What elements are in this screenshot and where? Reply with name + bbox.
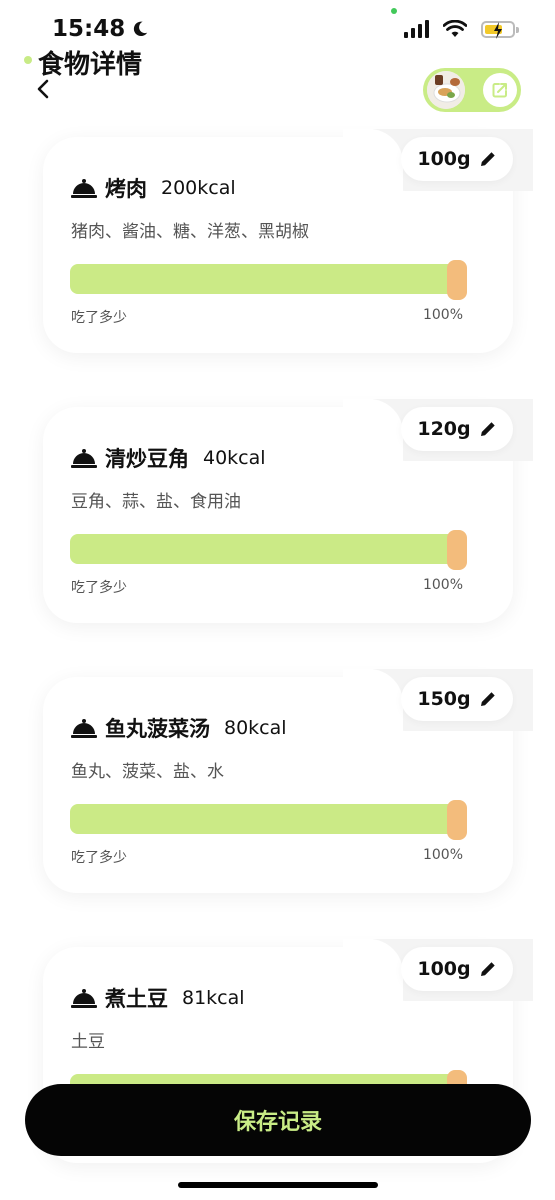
food-cloche-icon [71,449,97,468]
portion-slider-track[interactable] [70,534,464,564]
food-header: 烤肉 200kcal [71,173,236,203]
food-card[interactable]: 100g 烤肉 200kcal 猪肉、酱油、糖、洋葱、黑胡椒 吃了多少 100% [43,129,533,353]
save-record-button[interactable]: 保存记录 [25,1084,531,1156]
food-card[interactable]: 150g 鱼丸菠菜汤 80kcal 鱼丸、菠菜、盐、水 吃了多少 100% [43,669,533,893]
food-weight: 100g [417,958,471,980]
food-ingredients: 猪肉、酱油、糖、洋葱、黑胡椒 [71,222,309,242]
food-card[interactable]: 120g 清炒豆角 40kcal 豆角、蒜、盐、食用油 吃了多少 100% [43,399,533,623]
food-cloche-icon [71,719,97,738]
save-record-label: 保存记录 [233,1110,322,1135]
moon-icon [134,21,148,37]
privacy-indicator-dot [391,8,397,14]
pencil-icon [480,692,495,706]
food-header: 煮土豆 81kcal [71,983,245,1013]
edit-weight-button[interactable]: 150g [401,677,513,721]
food-header: 清炒豆角 40kcal [71,443,266,473]
share-icon [492,83,507,98]
food-ingredients: 土豆 [71,1032,105,1052]
back-arrow-icon [37,79,49,99]
food-cloche-icon [71,179,97,198]
food-weight: 150g [417,688,471,710]
food-name: 鱼丸菠菜汤 [105,717,210,741]
battery-icon [481,20,519,39]
edit-weight-button[interactable]: 100g [401,947,513,991]
portion-percent: 100% [422,847,463,863]
food-name: 煮土豆 [105,987,168,1011]
food-calories: 200kcal [161,177,236,199]
portion-percent: 100% [422,307,463,323]
portion-label: 吃了多少 [71,850,127,866]
edit-weight-button[interactable]: 120g [401,407,513,451]
status-icons [404,20,519,39]
meal-photo-thumbnail[interactable] [427,71,465,109]
share-button[interactable] [483,73,517,107]
food-ingredients: 豆角、蒜、盐、食用油 [71,492,241,512]
portion-slider-handle[interactable] [447,260,467,300]
signal-icon [404,20,429,38]
food-calories: 80kcal [224,717,287,739]
portion-slider-handle[interactable] [447,530,467,570]
status-time-text: 15:48 [52,16,126,42]
portion-percent: 100% [422,577,463,593]
portion-label: 吃了多少 [71,310,127,326]
food-calories: 40kcal [203,447,266,469]
food-header: 鱼丸菠菜汤 80kcal [71,713,287,743]
food-weight: 120g [417,418,471,440]
home-indicator [178,1182,378,1188]
food-name: 烤肉 [105,177,147,201]
pencil-icon [480,422,495,436]
back-button[interactable] [30,76,56,102]
portion-slider-track[interactable] [70,804,464,834]
food-calories: 81kcal [182,987,245,1009]
food-ingredients: 鱼丸、菠菜、盐、水 [71,762,224,782]
status-time: 15:48 [52,16,149,42]
food-weight: 100g [417,148,471,170]
edit-weight-button[interactable]: 100g [401,137,513,181]
pencil-icon [480,152,495,166]
food-cloche-icon [71,989,97,1008]
portion-label: 吃了多少 [71,580,127,596]
portion-slider-track[interactable] [70,264,464,294]
pencil-icon [480,962,495,976]
wifi-icon [443,20,467,37]
photo-share-toggle[interactable] [423,68,521,112]
portion-slider-handle[interactable] [447,800,467,840]
title-accent-dot [24,56,32,64]
food-name: 清炒豆角 [105,447,189,471]
